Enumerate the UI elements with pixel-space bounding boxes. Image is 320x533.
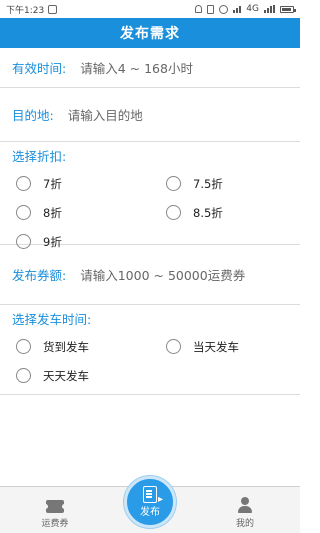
nav-freight-voucher[interactable]: 运费券 <box>30 500 80 529</box>
radio-button[interactable] <box>16 339 31 354</box>
option-label: 8折 <box>43 205 62 220</box>
signal-icon-2 <box>264 5 275 13</box>
discount-option-8[interactable]: 8折 <box>12 198 162 227</box>
network-type: 4G <box>246 4 259 14</box>
sim-icon <box>207 4 215 14</box>
destination-row[interactable]: 目的地: 请输入目的地 <box>0 88 300 142</box>
departure-label: 选择发车时间: <box>12 312 92 327</box>
nav-label: 运费券 <box>41 519 69 529</box>
option-label: 当天发车 <box>193 339 239 354</box>
radio-button[interactable] <box>16 234 31 249</box>
option-label: 天天发车 <box>43 368 89 383</box>
nav-label: 发布 <box>140 507 160 518</box>
status-right: 4G <box>195 4 296 14</box>
departure-option-on-arrival[interactable]: 货到发车 <box>12 332 162 361</box>
nav-mine[interactable]: 我的 <box>220 497 270 529</box>
option-label: 8.5折 <box>193 205 223 220</box>
discount-option-9[interactable]: 9折 <box>12 227 162 256</box>
nav-publish-button[interactable]: 发布 <box>124 476 176 528</box>
option-label: 9折 <box>43 234 62 249</box>
discount-section: 选择折扣: 7折 7.5折 8折 8.5折 9折 <box>0 142 300 249</box>
discount-option-7-5[interactable]: 7.5折 <box>162 169 292 198</box>
alarm-icon <box>195 5 203 13</box>
radio-button[interactable] <box>16 176 31 191</box>
ticket-icon <box>43 500 67 513</box>
signal-icon <box>233 5 242 13</box>
status-time: 下午1:23 <box>6 5 45 16</box>
discount-option-8-5[interactable]: 8.5折 <box>162 198 292 227</box>
person-icon <box>237 497 253 513</box>
destination-label: 目的地: <box>12 108 54 123</box>
radio-button[interactable] <box>16 205 31 220</box>
validity-label: 有效时间: <box>12 61 67 76</box>
destination-input[interactable]: 请输入目的地 <box>68 105 143 124</box>
departure-section: 选择发车时间: 货到发车 当天发车 天天发车 <box>0 305 300 395</box>
page-title: 发布需求 <box>120 26 180 42</box>
option-label: 货到发车 <box>43 339 89 354</box>
radio-button[interactable] <box>166 176 181 191</box>
discount-label: 选择折扣: <box>12 149 67 164</box>
departure-option-same-day[interactable]: 当天发车 <box>162 332 292 361</box>
validity-input[interactable]: 请输入4 ~ 168小时 <box>80 58 193 77</box>
radio-button[interactable] <box>16 368 31 383</box>
discount-option-7[interactable]: 7折 <box>12 169 162 198</box>
validity-row[interactable]: 有效时间: 请输入4 ~ 168小时 <box>0 48 300 88</box>
status-bar: 下午1:23 4G <box>0 0 300 18</box>
option-label: 7.5折 <box>193 176 223 191</box>
nav-label: 我的 <box>235 519 254 529</box>
wifi-icon <box>219 4 229 14</box>
notification-icon <box>48 4 58 14</box>
radio-button[interactable] <box>166 339 181 354</box>
status-left: 下午1:23 <box>6 3 58 16</box>
publish-doc-icon <box>143 486 163 505</box>
battery-icon <box>280 5 296 13</box>
amount-label: 发布券额: <box>12 268 67 283</box>
amount-input[interactable]: 请输入1000 ~ 50000运费券 <box>80 265 245 284</box>
title-bar: 发布需求 <box>0 18 300 48</box>
departure-option-daily[interactable]: 天天发车 <box>12 361 162 390</box>
option-label: 7折 <box>43 176 62 191</box>
discount-options: 7折 7.5折 8折 8.5折 9折 <box>12 169 288 256</box>
radio-button[interactable] <box>166 205 181 220</box>
departure-options: 货到发车 当天发车 天天发车 <box>12 332 288 390</box>
